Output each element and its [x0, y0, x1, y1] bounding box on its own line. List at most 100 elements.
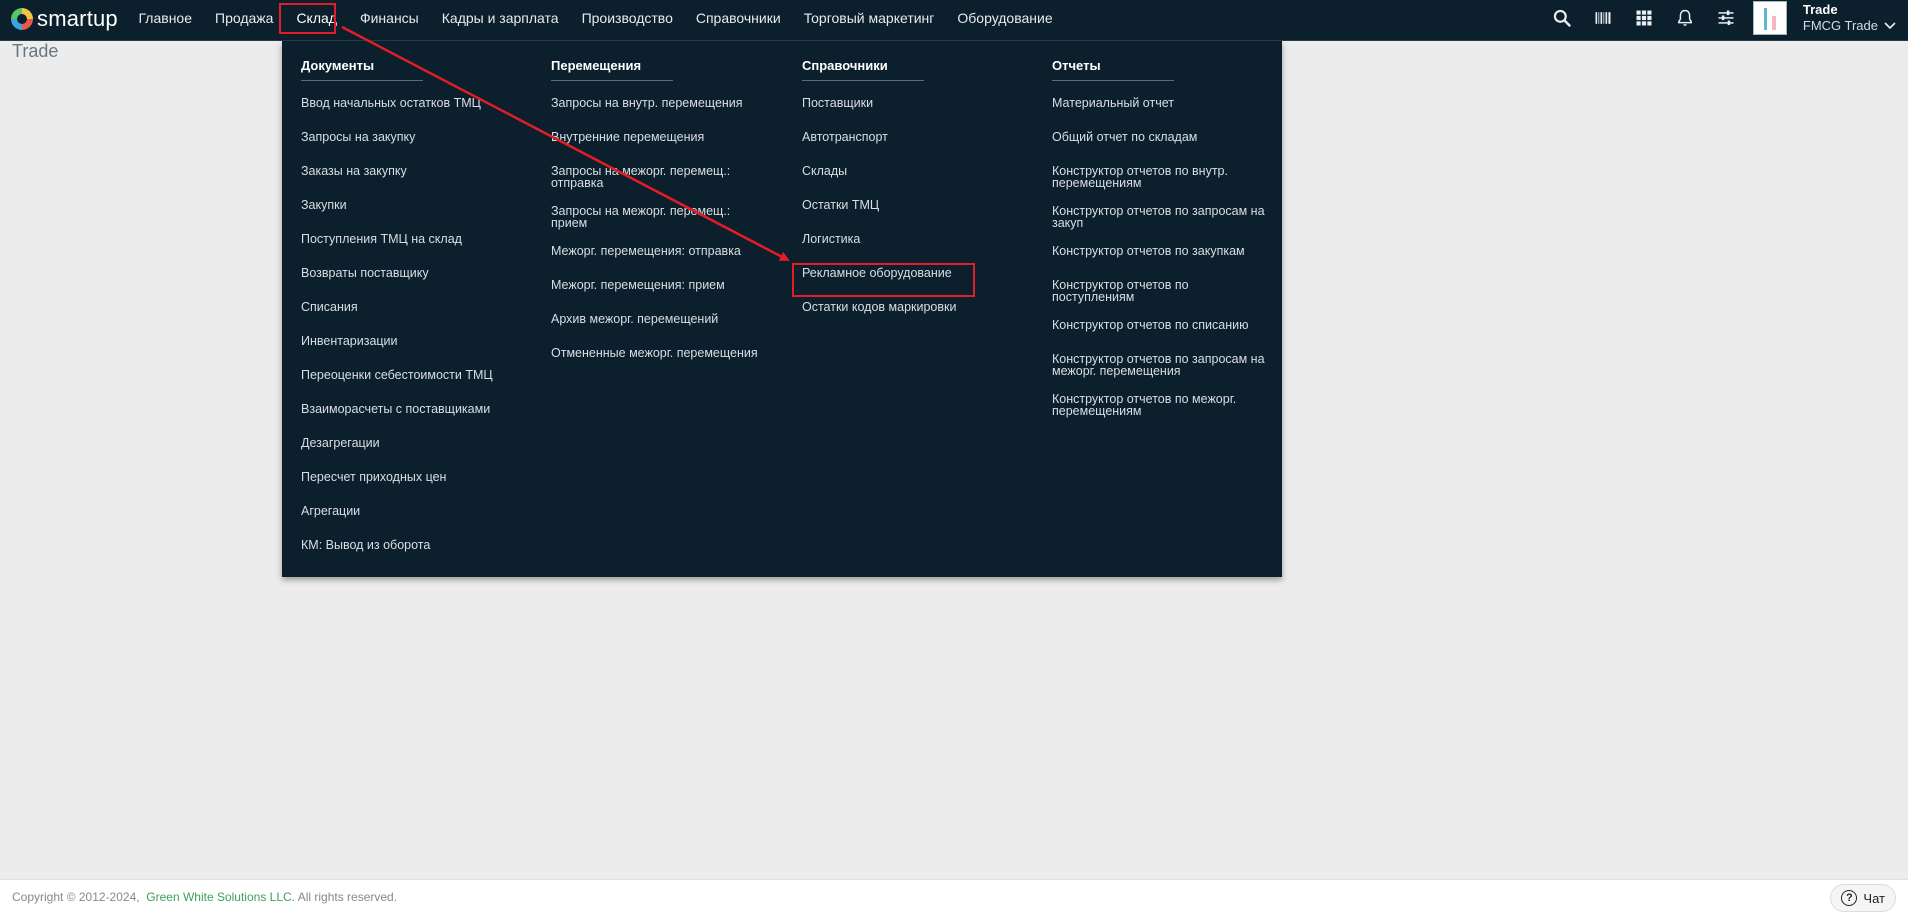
- menu-column-1: Перемещения Запросы на внутр. перемещения…: [551, 58, 786, 381]
- menu-item[interactable]: Архив межорг. перемещений: [551, 312, 786, 326]
- menu-item[interactable]: Конструктор отчетов по списанию: [1052, 319, 1287, 332]
- warehouse-dropdown-menu: Документы Ввод начальных остатков ТМЦ Запр…: [282, 41, 1282, 577]
- menu-item[interactable]: Списания: [301, 301, 536, 314]
- menu-item[interactable]: Ввод начальных остатков ТМЦ: [301, 97, 536, 110]
- menu-item[interactable]: Логистика: [802, 232, 1037, 246]
- menu-column-divider: [301, 80, 423, 81]
- copyright-prefix: Copyright © 2012-2024,: [12, 890, 140, 904]
- menu-item-label: поступлениям: [1052, 290, 1135, 304]
- menu-item[interactable]: Остатки кодов маркировки: [802, 300, 1037, 314]
- menu-item-label: прием: [551, 216, 588, 230]
- menu-column-header: Справочники: [802, 58, 888, 73]
- menu-column-divider: [802, 80, 924, 81]
- nav-item-4[interactable]: Кадры и зарплата: [430, 0, 570, 36]
- search-icon[interactable]: [1550, 6, 1574, 30]
- logo[interactable]: smartup: [11, 8, 118, 30]
- menu-item[interactable]: Остатки ТМЦ: [802, 198, 1037, 212]
- logo-icon: [11, 8, 33, 30]
- menu-item-label: Взаиморасчеты с поставщиками: [301, 402, 491, 416]
- nav-item-3[interactable]: Финансы: [348, 0, 430, 36]
- menu-item[interactable]: Межорг. перемещения: отправка: [551, 245, 786, 258]
- menu-item[interactable]: Конструктор отчетов по поступлениям: [1052, 279, 1287, 304]
- menu-item-label: Автотранспорт: [802, 130, 888, 144]
- menu-item[interactable]: Конструктор отчетов по внутр. перемещения…: [1052, 165, 1287, 190]
- menu-item-label: Переоценки себестоимости ТМЦ: [301, 368, 493, 382]
- menu-item-label: Заказы на закупку: [301, 164, 407, 178]
- menu-item-label: КМ: Вывод из оборота: [301, 538, 431, 552]
- logo-text: smartup: [37, 6, 118, 31]
- chat-button[interactable]: ? Чат: [1830, 884, 1896, 912]
- nav-item-5[interactable]: Производство: [570, 0, 684, 36]
- chevron-down-icon: [1884, 18, 1896, 34]
- menu-item[interactable]: Пересчет приходных цен: [301, 470, 536, 484]
- main-nav: Главное Продажа Склад Финансы Кадры и зарпла…: [127, 0, 1064, 36]
- menu-item[interactable]: Поставщики: [802, 97, 1037, 110]
- menu-item[interactable]: Конструктор отчетов по запросам на закуп: [1052, 204, 1287, 230]
- user-org: FMCG Trade: [1802, 18, 1878, 33]
- menu-item[interactable]: Конструктор отчетов по закупкам: [1052, 244, 1287, 258]
- menu-item-label: Остатки кодов маркировки: [802, 300, 957, 314]
- menu-item-label: Возвраты поставщику: [301, 266, 429, 280]
- menu-item-label: Архив межорг. перемещений: [551, 312, 719, 326]
- menu-item[interactable]: Запросы на межорг. перемещ.: отправка: [551, 165, 786, 190]
- menu-item[interactable]: Автотранспорт: [802, 130, 1037, 144]
- menu-item-label: Поступления ТМЦ на склад: [301, 232, 462, 246]
- menu-item[interactable]: Материальный отчет: [1052, 97, 1287, 110]
- menu-column-header: Перемещения: [551, 58, 642, 73]
- grid-icon[interactable]: [1632, 6, 1656, 30]
- company-link[interactable]: Green White Solutions LLC.: [146, 890, 295, 904]
- barcode-icon[interactable]: [1591, 6, 1615, 30]
- menu-item-label: Межорг. перемещения: прием: [551, 278, 725, 292]
- menu-item[interactable]: Инвентаризации: [301, 334, 536, 348]
- user-menu[interactable]: Trade FMCG Trade: [1803, 2, 1896, 34]
- menu-item-label: Дезагрегации: [301, 436, 380, 450]
- nav-item-7[interactable]: Торговый маркетинг: [792, 0, 946, 36]
- menu-item[interactable]: КМ: Вывод из оборота: [301, 538, 536, 552]
- menu-item[interactable]: Запросы на закупку: [301, 131, 536, 144]
- menu-item[interactable]: Отмененные межорг. перемещения: [551, 347, 786, 360]
- menu-item-label: Логистика: [802, 232, 861, 246]
- menu-item-label: Инвентаризации: [301, 334, 398, 348]
- menu-item[interactable]: Переоценки себестоимости ТМЦ: [301, 368, 536, 382]
- menu-item[interactable]: Конструктор отчетов по запросам на межорг…: [1052, 353, 1287, 378]
- menu-item[interactable]: Взаиморасчеты с поставщиками: [301, 402, 536, 416]
- menu-item[interactable]: Рекламное оборудование: [802, 267, 1037, 280]
- menu-column-header: Документы: [301, 58, 375, 73]
- toolbar-icons: Trade FMCG Trade: [1533, 0, 1908, 36]
- nav-item-0[interactable]: Главное: [127, 0, 204, 36]
- menu-item-label: Конструктор отчетов по закупкам: [1052, 244, 1245, 258]
- menu-item-label: Конструктор отчетов по запросам на: [1052, 204, 1265, 218]
- bell-icon[interactable]: [1673, 6, 1697, 30]
- menu-item-label: Пересчет приходных цен: [301, 470, 447, 484]
- help-icon: ?: [1841, 890, 1858, 906]
- menu-item[interactable]: Запросы на межорг. перемещ.: прием: [551, 205, 786, 230]
- menu-item[interactable]: Дезагрегации: [301, 436, 536, 450]
- menu-item-label: межорг. перемещения: [1052, 364, 1181, 378]
- nav-item-2[interactable]: Склад: [285, 0, 349, 36]
- menu-item[interactable]: Заказы на закупку: [301, 164, 536, 178]
- menu-column-divider: [1052, 80, 1174, 81]
- avatar[interactable]: [1752, 1, 1787, 35]
- menu-item[interactable]: Общий отчет по складам: [1052, 130, 1287, 144]
- menu-item-label: Остатки ТМЦ: [802, 198, 880, 212]
- menu-column-divider: [551, 80, 673, 81]
- nav-item-8[interactable]: Оборудование: [946, 0, 1064, 36]
- nav-item-1[interactable]: Продажа: [204, 0, 285, 36]
- menu-item[interactable]: Конструктор отчетов по межорг. перемещени…: [1052, 393, 1287, 418]
- menu-item[interactable]: Межорг. перемещения: прием: [551, 278, 786, 292]
- menu-item-label: Общий отчет по складам: [1052, 130, 1198, 144]
- sliders-icon[interactable]: [1714, 6, 1738, 30]
- menu-item-label: отправка: [551, 176, 604, 190]
- menu-item[interactable]: Запросы на внутр. перемещения: [551, 97, 786, 110]
- menu-item[interactable]: Поступления ТМЦ на склад: [301, 232, 536, 246]
- menu-item[interactable]: Агрегации: [301, 504, 536, 518]
- menu-item-label: Агрегации: [301, 504, 361, 518]
- menu-item[interactable]: Возвраты поставщику: [301, 266, 536, 280]
- menu-item-label: Внутренние перемещения: [551, 130, 705, 144]
- menu-item[interactable]: Склады: [802, 165, 1037, 178]
- menu-item[interactable]: Закупки: [301, 199, 536, 212]
- nav-item-6[interactable]: Справочники: [684, 0, 792, 36]
- copyright: Copyright © 2012-2024, Green White Solut…: [12, 890, 397, 904]
- menu-column-0: Документы Ввод начальных остатков ТМЦ Запр…: [301, 58, 536, 573]
- menu-item[interactable]: Внутренние перемещения: [551, 130, 786, 144]
